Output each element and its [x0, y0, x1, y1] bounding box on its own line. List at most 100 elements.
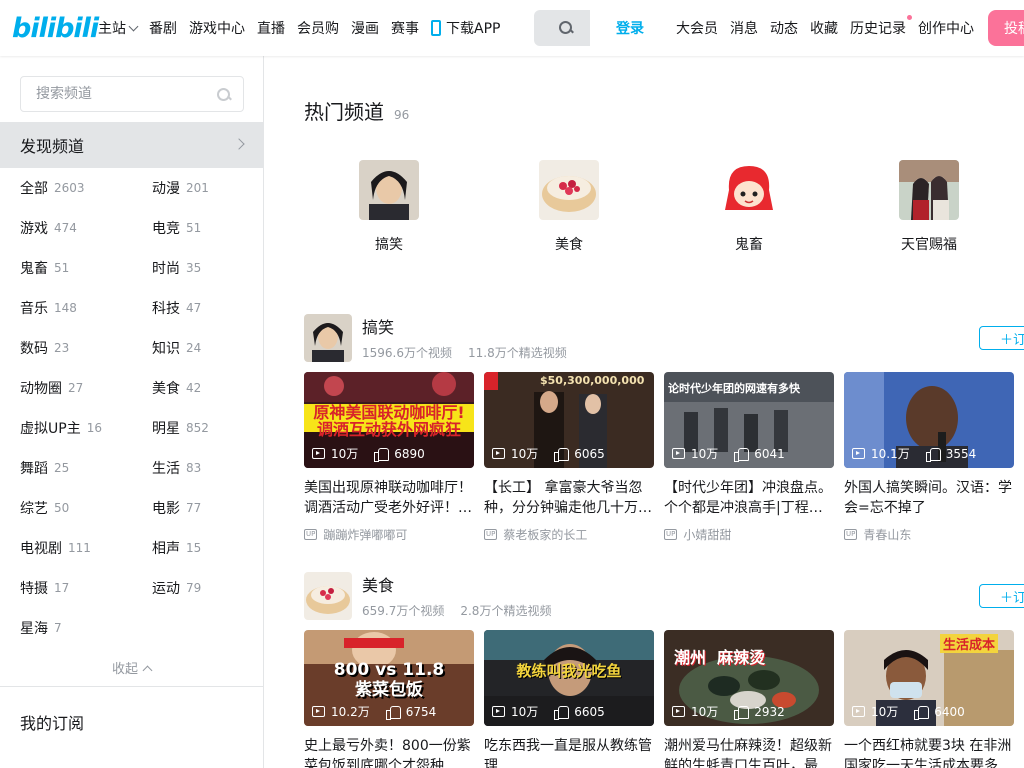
channel-thumbnail: [539, 160, 599, 220]
like-icon: [554, 705, 570, 720]
login-button[interactable]: 登录: [610, 10, 650, 46]
search-icon[interactable]: [217, 88, 231, 102]
video-card[interactable]: 原神美国联动咖啡厅! 调酒互动获外网疯狂 10万 6890 美国出现原神联动咖啡厅…: [304, 372, 474, 543]
nav-favorites[interactable]: 收藏: [810, 18, 838, 38]
channel-thumbnail: [719, 160, 779, 220]
like-icon: [554, 447, 570, 462]
top-header: bilibili 主站 番剧 游戏中心 直播 会员购 漫画 赛事 下载APP 登…: [0, 0, 1024, 56]
video-card[interactable]: 生活成本 10万 6400 一个西红柿就要3块 在非洲国家吃一天生活成本要多…: [844, 630, 1014, 768]
uploader[interactable]: UP 青春山东: [844, 526, 1014, 543]
uploader[interactable]: UP 蹦蹦炸弹嘟嘟可: [304, 526, 474, 543]
category-item[interactable]: 明星 852: [152, 408, 209, 448]
category-item[interactable]: 电影 77: [152, 488, 201, 528]
subscribe-button[interactable]: ＋ 订: [979, 326, 1024, 350]
chevron-up-icon: [142, 665, 153, 676]
section-avatar[interactable]: [304, 314, 352, 362]
category-item[interactable]: 动漫 201: [152, 168, 209, 208]
collapse-button[interactable]: 收起: [0, 658, 263, 677]
nav-creator-center[interactable]: 创作中心: [918, 18, 974, 38]
video-cover[interactable]: 原神美国联动咖啡厅! 调酒互动获外网疯狂 10万 6890: [304, 372, 474, 468]
nav-anime[interactable]: 番剧: [149, 18, 177, 38]
search-button[interactable]: [542, 10, 590, 46]
nav-game-center[interactable]: 游戏中心: [189, 18, 245, 38]
nav-manga[interactable]: 漫画: [351, 18, 379, 38]
uploader[interactable]: UP 蔡老板家的长工: [484, 526, 654, 543]
video-cover[interactable]: $50,300,000,000 10万 6065: [484, 372, 654, 468]
chevron-right-icon: [233, 138, 245, 150]
category-item[interactable]: 虚拟UP主 16: [20, 408, 102, 448]
category-item[interactable]: 知识 24: [152, 328, 201, 368]
video-title[interactable]: 【长工】 拿富豪大爷当忽种，分分钟骗走他几十万…: [484, 478, 654, 518]
channel-section-food: 美食 659.7万个视频 2.8万个精选视频 ＋ 订 800 vs 11.8 紫菜…: [304, 572, 1024, 768]
video-title[interactable]: 外国人搞笑瞬间。汉语：学会=忘不掉了: [844, 478, 1014, 518]
category-item[interactable]: 数码 23: [20, 328, 69, 368]
category-item[interactable]: 美食 42: [152, 368, 201, 408]
nav-messages[interactable]: 消息: [730, 18, 758, 38]
category-item[interactable]: 运动 79: [152, 568, 201, 608]
play-count-icon: [492, 706, 505, 717]
play-count-icon: [312, 448, 325, 459]
hot-channel-funny[interactable]: 搞笑: [344, 160, 434, 254]
channel-search-input[interactable]: [21, 77, 211, 111]
video-cover[interactable]: 论时代少年团的网速有多快 10万 6041: [664, 372, 834, 468]
video-card[interactable]: 800 vs 11.8 紫菜包饭 10.2万 6754 史上最亏外卖！800一份紫…: [304, 630, 474, 768]
video-card[interactable]: 论时代少年团的网速有多快 10万 6041 【时代少年团】冲浪盘点。个个都是冲浪高…: [664, 372, 834, 543]
video-title[interactable]: 潮州爱马仕麻辣烫！超级新鲜的生蚝青口生百叶，最…: [664, 736, 834, 768]
video-title[interactable]: 一个西红柿就要3块 在非洲国家吃一天生活成本要多…: [844, 736, 1014, 768]
discover-channels[interactable]: 发现频道: [0, 122, 263, 168]
search-icon: [559, 21, 573, 35]
category-item[interactable]: 特摄 17: [20, 568, 69, 608]
hot-channel-food[interactable]: 美食: [524, 160, 614, 254]
category-item[interactable]: 相声 15: [152, 528, 201, 568]
play-count-icon: [672, 448, 685, 459]
category-item[interactable]: 鬼畜 51: [20, 248, 69, 288]
uploader[interactable]: UP 小婧甜甜: [664, 526, 834, 543]
my-subscriptions[interactable]: 我的订阅: [20, 710, 84, 734]
chevron-down-icon: [128, 21, 139, 31]
nav-mall[interactable]: 会员购: [297, 18, 339, 38]
video-cover[interactable]: 10.1万 3554: [844, 372, 1014, 468]
category-item[interactable]: 综艺 50: [20, 488, 69, 528]
category-item[interactable]: 时尚 35: [152, 248, 201, 288]
video-card[interactable]: 教练叫我光吃鱼 10万 6605 吃东西我一直是服从教练管理: [484, 630, 654, 768]
category-item[interactable]: 舞蹈 25: [20, 448, 69, 488]
main-content: 热门频道 96 搞笑 美食 鬼畜 天官赐福 搞笑 1596.6万个视频 11.8万个…: [264, 56, 1024, 768]
video-cover[interactable]: 潮州 麻辣烫 10万 2932: [664, 630, 834, 726]
video-cover[interactable]: 生活成本 10万 6400: [844, 630, 1014, 726]
category-item[interactable]: 动物圈 27: [20, 368, 83, 408]
bilibili-logo[interactable]: bilibili: [12, 13, 99, 44]
category-item[interactable]: 星海 7: [20, 608, 62, 648]
video-title[interactable]: 吃东西我一直是服从教练管理: [484, 736, 654, 768]
video-cover[interactable]: 800 vs 11.8 紫菜包饭 10.2万 6754: [304, 630, 474, 726]
category-item[interactable]: 游戏 474: [20, 208, 77, 248]
nav-vip[interactable]: 大会员: [676, 18, 718, 38]
video-cover[interactable]: 教练叫我光吃鱼 10万 6605: [484, 630, 654, 726]
nav-left: 主站 番剧 游戏中心 直播 会员购 漫画 赛事 下载APP: [98, 0, 512, 56]
category-item[interactable]: 全部 2603: [20, 168, 85, 208]
video-title[interactable]: 美国出现原神联动咖啡厅！调酒活动广受老外好评！…: [304, 478, 474, 518]
video-card[interactable]: 10.1万 3554 外国人搞笑瞬间。汉语：学会=忘不掉了 UP 青春山东: [844, 372, 1014, 543]
nav-esports[interactable]: 赛事: [391, 18, 419, 38]
upload-button[interactable]: 投稿: [988, 10, 1024, 46]
video-title[interactable]: 【时代少年团】冲浪盘点。个个都是冲浪高手|丁程…: [664, 478, 834, 518]
nav-dynamics[interactable]: 动态: [770, 18, 798, 38]
nav-live[interactable]: 直播: [257, 18, 285, 38]
nav-download-app[interactable]: 下载APP: [431, 18, 500, 38]
category-item[interactable]: 科技 47: [152, 288, 201, 328]
category-item[interactable]: 电视剧 111: [20, 528, 91, 568]
hot-channel-tgcf[interactable]: 天官赐福: [884, 160, 974, 254]
category-item[interactable]: 音乐 148: [20, 288, 77, 328]
nav-main-site[interactable]: 主站: [98, 18, 139, 38]
section-avatar[interactable]: [304, 572, 352, 620]
nav-history[interactable]: 历史记录: [850, 15, 912, 38]
up-icon: UP: [484, 529, 498, 540]
video-card[interactable]: 潮州 麻辣烫 10万 2932 潮州爱马仕麻辣烫！超级新鲜的生蚝青口生百叶，最…: [664, 630, 834, 768]
channel-thumbnail: [359, 160, 419, 220]
category-item[interactable]: 电竞 51: [152, 208, 201, 248]
video-title[interactable]: 史上最亏外卖！800一份紫菜包饭到底哪个才怨种…: [304, 736, 474, 768]
video-card[interactable]: $50,300,000,000 10万 6065 【长工】 拿富豪大爷当忽种，分分…: [484, 372, 654, 543]
hot-channel-kichiku[interactable]: 鬼畜: [704, 160, 794, 254]
subscribe-button[interactable]: ＋ 订: [979, 584, 1024, 608]
play-count-icon: [852, 448, 865, 459]
category-item[interactable]: 生活 83: [152, 448, 201, 488]
